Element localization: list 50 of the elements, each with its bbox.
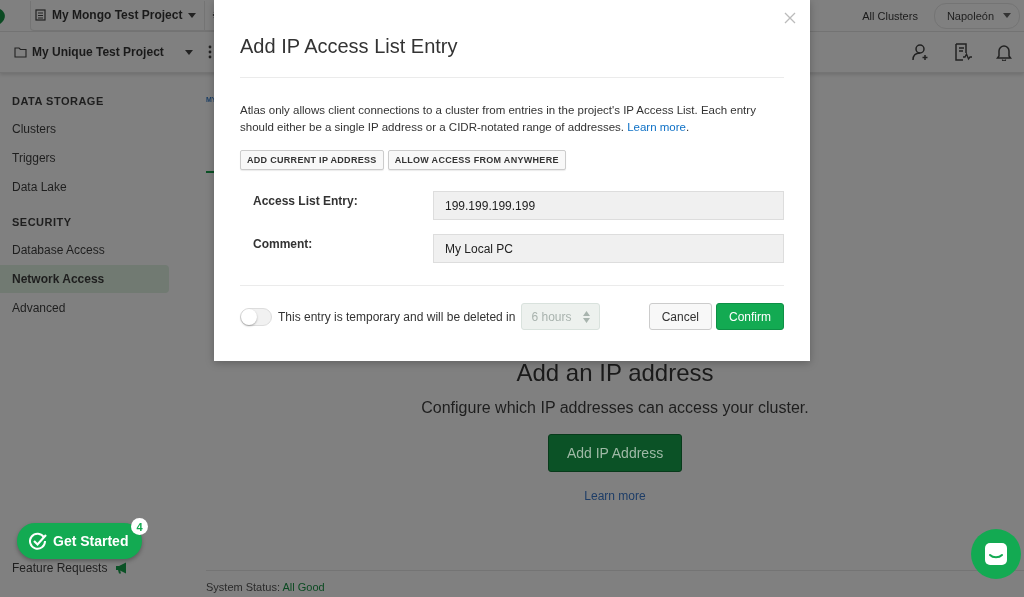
notifications-bell-icon[interactable] xyxy=(996,43,1012,61)
project-name: My Unique Test Project xyxy=(32,45,164,59)
megaphone-icon xyxy=(115,562,129,574)
input-field[interactable]: 199.199.199.199 xyxy=(433,191,784,220)
sidebar-item[interactable]: Network Access xyxy=(0,265,169,293)
activity-report-icon[interactable] xyxy=(954,43,972,61)
input-field[interactable]: My Local PC xyxy=(433,234,784,263)
count-badge: 4 xyxy=(131,518,148,535)
quick-add-button[interactable]: ADD CURRENT IP ADDRESS xyxy=(240,150,384,170)
system-status-text: System Status: All Good xyxy=(206,581,325,593)
project-dropdown[interactable]: My Unique Test Project xyxy=(14,45,193,59)
sidebar-item[interactable]: Database Access xyxy=(0,236,169,264)
feature-requests-link[interactable]: Feature Requests xyxy=(12,561,108,575)
document-icon xyxy=(35,9,46,21)
temporary-entry-label: This entry is temporary and will be deleted in xyxy=(278,309,516,324)
sidebar-item[interactable]: Advanced xyxy=(0,294,169,322)
sort-arrows-icon xyxy=(583,310,591,323)
sidebar-item[interactable]: Triggers xyxy=(0,144,169,172)
folder-icon xyxy=(14,46,27,58)
caret-icon xyxy=(1003,13,1011,18)
all-clusters-link[interactable]: All Clusters xyxy=(862,9,918,22)
learn-more-link[interactable]: Learn more xyxy=(584,489,646,503)
field-label: Access List Entry: xyxy=(253,193,359,210)
field-label: Comment: xyxy=(253,236,314,253)
chat-bubble-icon xyxy=(984,542,1008,566)
add-ip-address-button[interactable]: Add IP Address xyxy=(547,434,683,472)
project-name: My Mongo Test Project xyxy=(52,8,183,22)
check-circle-icon xyxy=(29,532,47,550)
empty-state-title: Add an IP address xyxy=(516,359,714,387)
cancel-button[interactable]: Cancel xyxy=(648,303,712,330)
caret-icon xyxy=(188,12,197,18)
quick-add-button[interactable]: ALLOW ACCESS FROM ANYWHERE xyxy=(387,150,566,170)
project-selector[interactable]: My Mongo Test Project xyxy=(30,0,206,31)
user-menu[interactable]: Napoleón xyxy=(933,2,1020,29)
leaf-logo-icon xyxy=(0,6,8,25)
system-status-link[interactable]: All Good xyxy=(282,581,325,593)
add-user-icon[interactable] xyxy=(912,43,930,61)
description-text: Atlas only allows client connections to a cluster from entries in the project's IP Access List. Each entry should either be a single IP address or a CIDR-notated range of addresses. Learn more. xyxy=(240,103,757,135)
user-name: Napoleón xyxy=(946,9,994,22)
empty-state-text: Configure which IP addresses can access your cluster. xyxy=(421,399,809,417)
more-options-icon[interactable] xyxy=(207,45,212,59)
section-heading: SECURITY xyxy=(11,216,73,228)
sidebar-item[interactable]: Clusters xyxy=(0,115,169,143)
chat-button[interactable] xyxy=(971,529,1021,579)
confirm-button[interactable]: Confirm xyxy=(716,303,784,330)
section-heading: DATA STORAGE xyxy=(11,95,105,107)
dialog-title: Add IP Access List Entry xyxy=(240,35,459,58)
learn-more-link[interactable]: Learn more xyxy=(627,121,686,133)
sidebar-item[interactable]: Data Lake xyxy=(0,173,169,201)
caret-icon xyxy=(184,49,193,55)
